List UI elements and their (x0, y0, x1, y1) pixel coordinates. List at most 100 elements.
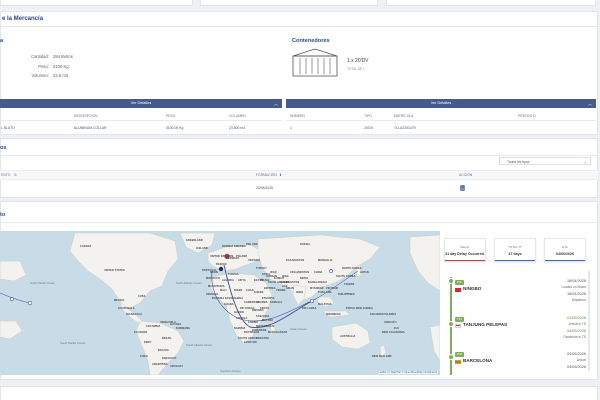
map-label: UGANDA (256, 301, 268, 304)
cargo-qty-label: Cantidad: (31, 54, 49, 59)
map-label: RWANDA (252, 309, 264, 312)
map-label: ERITREA (264, 287, 276, 290)
map-label: AFGHANISTAN (290, 271, 310, 274)
map-label: SWEDEN (234, 245, 246, 248)
document-download-icon[interactable] (460, 185, 465, 191)
port-marker[interactable] (10, 297, 14, 301)
map-label: NICARAGUA (126, 313, 143, 316)
map-label: BRAZIL (162, 337, 172, 340)
map-label: ECUADOR (134, 331, 148, 334)
map-label: CANADA (80, 245, 92, 248)
tracking-title: to (0, 212, 6, 218)
map-label: KUWAIT (274, 277, 285, 280)
documents-th-formacion[interactable]: FORMACIÓN (256, 173, 277, 177)
world-map-svg[interactable] (0, 231, 440, 375)
map-label: LIBYA (238, 279, 246, 282)
documents-title: os (0, 145, 7, 151)
map-label: MALI (220, 289, 227, 292)
timeline-dot (447, 321, 454, 327)
leg-port: BARCELONA (463, 358, 493, 363)
map-label: MADAGASCAR (268, 331, 288, 334)
map-label: PARAGUAY (162, 357, 177, 360)
chevron-up-icon: ︿ (274, 101, 278, 106)
cargo-details-toggle[interactable]: Ver Detalles ︿ (0, 99, 282, 108)
map-label: MYANMAR (310, 287, 324, 290)
map-label: NEPAL (300, 277, 309, 280)
ocean-label: North Atlantic Ocean (176, 281, 202, 285)
divider (286, 120, 596, 121)
map-label: UNITED KINGDOM (210, 255, 234, 258)
section-title: e la Mercancía (2, 16, 44, 22)
sort-icon[interactable]: ⬍ (279, 173, 282, 177)
route-map[interactable]: CANADA UNITED STATES MEXICO BRAZIL PERU … (0, 231, 440, 375)
leg-port: NINGBO (463, 286, 482, 291)
map-label: SOLOMON ISLANDS (370, 313, 397, 316)
leg-note-2: Departure (571, 298, 586, 302)
documents-th-left[interactable]: ENTO (1, 173, 10, 177)
panel-scrollbar[interactable] (588, 271, 590, 371)
kpi-eta-value: 04/06/2026 (556, 252, 574, 256)
map-label: NORTH KOREA (342, 267, 362, 270)
map-label: INDIA (296, 291, 304, 294)
map-label: INDONESIA (326, 313, 341, 316)
port-marker[interactable] (329, 269, 333, 273)
cargo-th-weight: PESO (166, 114, 176, 118)
container-total: TOTAL DE 1 (347, 67, 365, 71)
map-label: NEW ZEALAND (372, 355, 392, 358)
map-label: GREENLAND (186, 239, 203, 242)
map-label: AUSTRALIA (340, 335, 356, 338)
current-position-marker[interactable] (218, 266, 224, 272)
map-label: FRANCE (216, 263, 228, 266)
ocean-label: North Pacific Ocean (30, 281, 55, 285)
map-label: SURINAME (176, 327, 191, 330)
map-label: NEW CALEDONIA (382, 331, 405, 334)
container-details-label: Ver Detalles (430, 101, 452, 105)
map-label: ZAMBIA (248, 321, 259, 324)
port-marker[interactable] (309, 298, 315, 304)
map-label: ESWATINI (256, 337, 269, 340)
map-label: BURKINA FASO (212, 297, 233, 300)
top-card-left (0, 0, 193, 6)
cargo-td-first: L BLUTO (1, 126, 15, 130)
cargo-weight-label: Peso: (38, 64, 49, 69)
map-label: GUYANA (170, 323, 182, 326)
divider (0, 26, 598, 27)
containers-title: Contenedores (292, 38, 330, 44)
container-icon (292, 48, 338, 77)
container-count: 1 x 20'DV (347, 58, 369, 64)
divider (0, 222, 598, 223)
map-label: LESOTHO (244, 341, 257, 344)
document-date: 23/04/2026 (256, 186, 273, 190)
map-label: CHINA (314, 271, 323, 274)
map-label: GHANA (224, 303, 234, 306)
map-label: MALAYSIA (318, 303, 332, 306)
container-details-toggle[interactable]: Ver Detalles ︿ (286, 99, 596, 108)
map-label: PHILIPPINES (338, 293, 355, 296)
sort-icon[interactable]: ⇅ (14, 173, 17, 177)
document-type-filter[interactable]: Todos los tipos ⌄ (499, 157, 591, 165)
ocean-label: South Atlantic Ocean (186, 343, 213, 347)
ocean-label: South Pacific Ocean (60, 341, 86, 345)
map-label: MONGOLIA (318, 259, 333, 262)
map-label: BOLIVIA (158, 349, 169, 352)
map-label: PERU (144, 341, 152, 344)
map-label: FINLAND (246, 243, 258, 246)
cargo-th-desc: DESCRIPCIÓN (74, 114, 98, 118)
container-td-type: 20'DV (364, 126, 374, 130)
flag-china-icon (455, 287, 461, 292)
documents-th-action: ACCIÓN (459, 173, 473, 177)
map-label: SOUTH AFRICA (238, 337, 258, 340)
cargo-td-desc: ALUMINUM COLLAR (74, 126, 107, 130)
map-label: NORWAY (222, 245, 234, 248)
chevron-down-icon: ⌄ (583, 158, 587, 164)
map-label: COLOMBIA (146, 325, 161, 328)
map-label: URUGUAY (170, 365, 184, 368)
leg-note-2: Departure in TS (563, 335, 586, 339)
port-marker[interactable] (27, 300, 33, 306)
map-attribution[interactable]: Leaflet | © MapTiler © OpenStreetMap con… (377, 371, 438, 374)
leg-date-1: 18/04/2026 (566, 279, 586, 283)
leg-date-2: 04/06/2026 (566, 365, 586, 369)
container-th-number: NÚMERO (290, 114, 306, 118)
map-label: ZIMBABWE (252, 329, 267, 332)
kpi-total-tt-underline (495, 259, 535, 261)
